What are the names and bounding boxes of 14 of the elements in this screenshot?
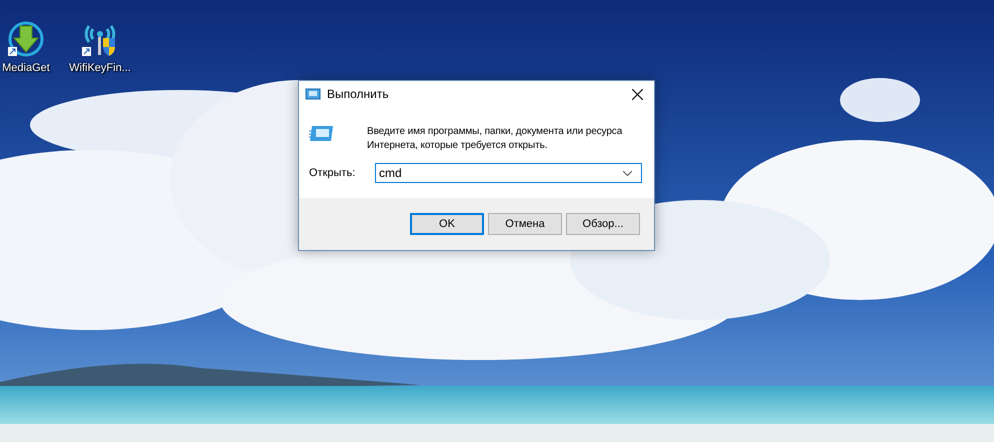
run-icon bbox=[309, 125, 334, 142]
dialog-button[interactable]: OK bbox=[410, 213, 484, 235]
run-icon bbox=[305, 88, 321, 100]
open-label: Открыть: bbox=[309, 166, 356, 181]
dropdown-icon[interactable] bbox=[623, 171, 632, 176]
close-icon bbox=[632, 88, 642, 100]
instruction-text: Введите имя программы, папки, документа или ресурса Интернета, которые требуется открыть. bbox=[367, 125, 624, 153]
dialog-button[interactable]: Отмена bbox=[488, 213, 562, 235]
icon-label[interactable]: WifiKeyFin... bbox=[69, 60, 131, 76]
command-field[interactable]: cmd bbox=[375, 163, 642, 183]
icon-label[interactable]: MediaGet bbox=[2, 60, 50, 76]
window-title: Выполнить bbox=[327, 86, 389, 103]
dialog-button[interactable]: Обзор... bbox=[566, 213, 640, 235]
download-icon[interactable] bbox=[7, 20, 45, 58]
